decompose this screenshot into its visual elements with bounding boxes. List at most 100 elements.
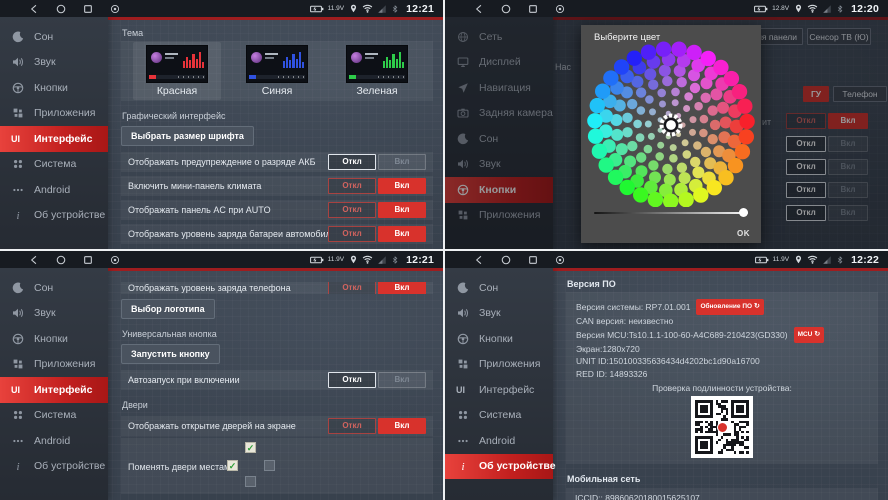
theme-card-1[interactable]: Красная [133, 42, 221, 100]
back-icon[interactable] [29, 255, 39, 265]
sidebar-item-info[interactable]: iОб устройстве [0, 203, 108, 229]
album-art [251, 52, 262, 63]
toggle-on-button[interactable]: Вкл [378, 372, 426, 388]
recents-icon[interactable] [528, 255, 538, 265]
door-checkbox-top[interactable]: ✓ [245, 442, 256, 453]
screenshot-icon[interactable] [555, 4, 565, 14]
sidebar-item-label: Интерфейс [34, 133, 92, 145]
album-art [151, 52, 162, 63]
toggle-off-button[interactable]: Откл [328, 282, 376, 294]
sidebar-item-system[interactable]: Система [445, 403, 553, 429]
sidebar-item-speaker[interactable]: Звук [0, 301, 108, 327]
info-line: RED ID: 14893326 [576, 368, 868, 381]
wifi-icon [807, 3, 818, 14]
sidebar-item-steering[interactable]: Кнопки [0, 75, 108, 101]
apps-icon [11, 107, 25, 119]
sidebar-item-steering[interactable]: Кнопки [0, 326, 108, 352]
toggle[interactable]: ОтклВкл [328, 226, 426, 242]
theme-thumbnail [346, 45, 408, 83]
toggle[interactable]: ОтклВкл [328, 372, 426, 388]
wifi-icon [362, 3, 373, 14]
battery-voltage: 12.8V [772, 5, 789, 12]
door-checkbox-bottom[interactable] [245, 476, 256, 487]
toggle-off-button[interactable]: Откл [328, 178, 376, 194]
settings-row: Отображать открытие дверей на экранеОткл… [121, 416, 433, 436]
recents-icon[interactable] [528, 4, 538, 14]
home-icon[interactable] [501, 255, 511, 265]
back-icon[interactable] [474, 4, 484, 14]
toggle-on-button[interactable]: Вкл [378, 282, 426, 294]
toggle-off-button[interactable]: Откл [328, 154, 376, 170]
toggle-on-button[interactable]: Вкл [378, 178, 426, 194]
brightness-slider[interactable] [594, 208, 748, 217]
clock: 12:20 [851, 3, 879, 15]
action-button[interactable]: Выбрать размер шрифта [121, 126, 254, 146]
back-icon[interactable] [474, 255, 484, 265]
sidebar-item-system[interactable]: Система [0, 152, 108, 178]
iccid-value: ICCID:: 89860620180015625107 [575, 493, 700, 500]
toggle-on-button[interactable]: Вкл [378, 226, 426, 242]
sidebar-item-info[interactable]: iОб устройстве [0, 454, 108, 480]
color-wheel[interactable] [581, 41, 761, 207]
screenshot-icon[interactable] [555, 255, 565, 265]
toggle[interactable]: ОтклВкл [328, 282, 426, 294]
sidebar-item-ellipsis[interactable]: Android [0, 428, 108, 454]
toggle[interactable]: ОтклВкл [328, 154, 426, 170]
sidebar-item-ellipsis[interactable]: Android [445, 428, 553, 454]
theme-card-3[interactable]: Зеленая [333, 42, 421, 100]
steering-icon [11, 333, 25, 345]
sidebar-item-apps[interactable]: Приложения [445, 352, 553, 378]
sidebar-item-info[interactable]: iОб устройстве [445, 454, 553, 480]
screenshot-icon[interactable] [110, 255, 120, 265]
door-checkbox-left[interactable]: ✓ [227, 460, 238, 471]
setting-label: Автозапуск при включении [128, 375, 328, 385]
home-icon[interactable] [501, 4, 511, 14]
nav-buttons [29, 4, 120, 14]
home-icon[interactable] [56, 255, 66, 265]
sidebar-item-ui[interactable]: UIИнтерфейс [0, 377, 108, 403]
main-content: ТемаКраснаяСиняяЗеленаяГрафический интер… [108, 20, 443, 249]
toggle-on-button[interactable]: Вкл [378, 154, 426, 170]
toggle-off-button[interactable]: Откл [328, 372, 376, 388]
system-icon [11, 409, 25, 421]
door-checkbox-right[interactable] [264, 460, 275, 471]
home-icon[interactable] [56, 4, 66, 14]
signal-icon [822, 255, 832, 265]
sidebar-item-ui[interactable]: UIИнтерфейс [0, 126, 108, 152]
software-info-panel: Версия системы: RP7.01.001Обновление ПО↻… [566, 292, 878, 464]
nav-buttons [29, 255, 120, 265]
sidebar-item-moon[interactable]: Сон [0, 275, 108, 301]
toggle[interactable]: ОтклВкл [328, 178, 426, 194]
sidebar-item-moon[interactable]: Сон [0, 24, 108, 50]
sidebar-item-ellipsis[interactable]: Android [0, 177, 108, 203]
setting-label: Отображать уровень заряда батареи автомо… [128, 229, 328, 239]
action-button[interactable]: Запустить кнопку [121, 344, 220, 364]
toggle-off-button[interactable]: Откл [328, 202, 376, 218]
sidebar-item-speaker[interactable]: Звук [0, 50, 108, 76]
theme-card-2[interactable]: Синяя [233, 42, 321, 100]
sidebar-item-steering[interactable]: Кнопки [445, 326, 553, 352]
screenshot-icon[interactable] [110, 4, 120, 14]
toggle-off-button[interactable]: Откл [328, 226, 376, 242]
setting-label: Отображать открытие дверей на экране [128, 421, 328, 431]
toggle-on-button[interactable]: Вкл [378, 418, 426, 434]
toggle[interactable]: ОтклВкл [328, 418, 426, 434]
slider-thumb[interactable] [739, 208, 748, 217]
sidebar-item-system[interactable]: Система [0, 403, 108, 429]
sidebar-item-apps[interactable]: Приложения [0, 352, 108, 378]
sidebar-item-apps[interactable]: Приложения [0, 101, 108, 127]
sidebar-item-ui[interactable]: UIИнтерфейс [445, 377, 553, 403]
status-bar: 11.9V12:22 [445, 251, 888, 268]
sidebar-item-speaker[interactable]: Звук [445, 301, 553, 327]
toggle-off-button[interactable]: Откл [328, 418, 376, 434]
ok-button[interactable]: OK [737, 229, 750, 238]
recents-icon[interactable] [83, 4, 93, 14]
toggle-on-button[interactable]: Вкл [378, 202, 426, 218]
back-icon[interactable] [29, 4, 39, 14]
action-button[interactable]: Выбор логотипа [121, 299, 215, 319]
toggle[interactable]: ОтклВкл [328, 202, 426, 218]
sidebar-item-moon[interactable]: Сон [445, 275, 553, 301]
recents-icon[interactable] [83, 255, 93, 265]
mcu-badge[interactable]: MCU↻ [794, 327, 825, 343]
update-badge[interactable]: Обновление ПО↻ [696, 299, 763, 315]
